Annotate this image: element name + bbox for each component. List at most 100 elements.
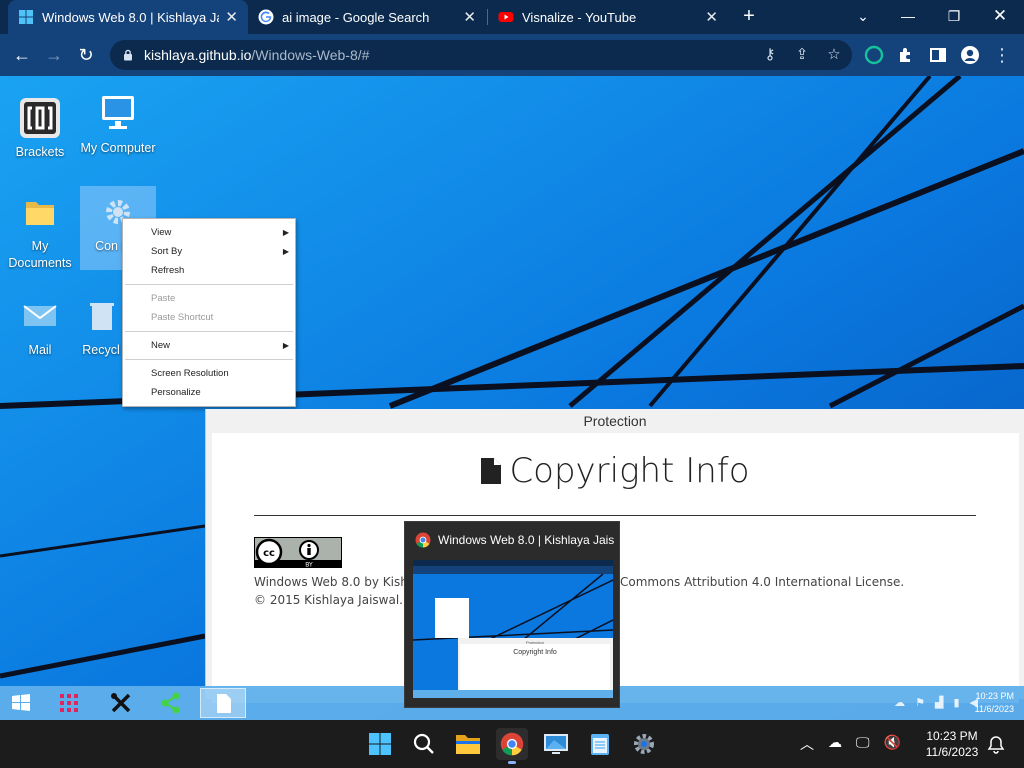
apps-grid-icon[interactable] — [54, 688, 84, 718]
preview-title: Windows Web 8.0 | Kishlaya Jais... — [415, 532, 615, 548]
desktop-icon-brackets[interactable]: Brackets — [2, 96, 78, 161]
menu-item-view[interactable]: View ▶ — [123, 223, 295, 242]
mail-icon — [23, 305, 57, 326]
menu-item-sort-by[interactable]: Sort By ▶ — [123, 242, 295, 261]
key-icon[interactable]: ⚷ — [760, 45, 780, 65]
back-arrow-icon[interactable]: ← — [10, 43, 34, 67]
lock-icon[interactable] — [122, 49, 134, 61]
chevron-right-icon: ▶ — [282, 247, 289, 256]
signal-icon[interactable]: ▟ — [935, 696, 943, 709]
tab-close-button[interactable]: ✕ — [705, 8, 718, 26]
menu-item-new[interactable]: New ▶ — [123, 336, 295, 355]
notepad-button[interactable] — [584, 728, 616, 760]
tab-google-search[interactable]: ai image - Google Search ✕ — [248, 0, 486, 34]
remote-desktop-button[interactable] — [540, 728, 572, 760]
preview-title-text: Windows Web 8.0 | Kishlaya Jais... — [438, 533, 615, 547]
volume-muted-icon[interactable]: 🔇 — [884, 734, 901, 754]
flag-icon[interactable]: ⚑ — [915, 696, 925, 709]
tab-title: Visnalize - YouTube — [522, 9, 637, 25]
menu-item-label: Screen Resolution — [151, 368, 229, 379]
desktop-icon-mail[interactable]: Mail — [2, 294, 78, 359]
divider — [254, 515, 976, 516]
menu-item-paste-shortcut: Paste Shortcut — [123, 308, 295, 327]
menu-item-refresh[interactable]: Refresh — [123, 261, 295, 280]
tab-search-button[interactable]: ⌄ — [843, 4, 883, 28]
taskbar-protection-button[interactable] — [200, 688, 246, 718]
profile-avatar-icon[interactable] — [960, 45, 980, 65]
badge-text: BY — [305, 562, 313, 569]
document-icon — [217, 694, 231, 713]
close-window-button[interactable]: ✕ — [980, 4, 1020, 28]
copyright-heading: Copyright Info — [212, 451, 1019, 491]
desktop-icon-my-documents[interactable]: My Documents — [2, 190, 78, 272]
desktop-icon-my-computer[interactable]: My Computer — [80, 92, 156, 157]
grammarly-icon[interactable] — [864, 45, 884, 65]
license-line-1-left: Windows Web 8.0 by Kishla — [254, 575, 419, 589]
windows-start-icon[interactable] — [6, 688, 36, 718]
os-taskbar: ︿ ☁ 🖵 🔇 10:23 PM 11/6/2023 — [0, 720, 1024, 768]
menu-item-label: View — [151, 227, 172, 238]
chevron-right-icon: ▶ — [282, 228, 289, 237]
chevron-right-icon: ▶ — [282, 341, 289, 350]
search-button[interactable] — [408, 728, 440, 760]
show-hidden-icons-chevron-icon[interactable]: ︿ — [800, 734, 814, 754]
file-explorer-button[interactable] — [452, 728, 484, 760]
address-bar[interactable]: kishlaya.github.io/Windows-Web-8/# — [110, 40, 852, 70]
notepad-icon — [591, 734, 609, 755]
restore-button[interactable]: ❐ — [934, 4, 974, 28]
license-line-1-right: Commons Attribution 4.0 International Li… — [620, 575, 905, 589]
file-explorer-icon — [456, 735, 480, 754]
license-line-2: © 2015 Kishlaya Jaiswal. All — [254, 593, 422, 607]
menu-item-personalize[interactable]: Personalize — [123, 383, 295, 402]
tab-strip: Windows Web 8.0 | Kishlaya Jaisw ✕ ai im… — [0, 0, 1024, 34]
share-icon[interactable] — [156, 688, 186, 718]
menu-item-label: Paste — [151, 293, 176, 304]
window-title[interactable]: Protection — [206, 409, 1024, 433]
google-icon — [258, 9, 274, 25]
forward-arrow-icon[interactable]: → — [42, 43, 66, 67]
creative-commons-badge[interactable]: cc BY — [254, 537, 342, 568]
reload-icon[interactable]: ↻ — [74, 43, 98, 67]
desktop-icon-recycle-bin[interactable]: Recycl — [80, 294, 122, 359]
settings-button[interactable] — [628, 728, 660, 760]
chrome-thumbnail-preview[interactable]: Windows Web 8.0 | Kishlaya Jais... Prote… — [404, 521, 620, 708]
tools-icon[interactable] — [106, 688, 136, 718]
youtube-icon — [498, 12, 514, 22]
cloud-icon[interactable]: ☁ — [894, 696, 905, 709]
minimize-button[interactable]: — — [888, 4, 928, 28]
new-tab-button[interactable]: + — [738, 5, 760, 27]
menu-item-screen-resolution[interactable]: Screen Resolution — [123, 364, 295, 383]
menu-kebab-icon[interactable]: ⋮ — [992, 45, 1012, 65]
preview-thumbnail: Protection Copyright Info — [413, 560, 613, 698]
tab-windows-web[interactable]: Windows Web 8.0 | Kishlaya Jaisw ✕ — [8, 0, 248, 34]
brackets-icon — [20, 98, 60, 138]
cloud-icon[interactable]: ☁ — [828, 734, 842, 754]
desktop-context-menu: View ▶ Sort By ▶ Refresh Paste Paste Short… — [122, 218, 296, 407]
start-button[interactable] — [364, 728, 396, 760]
menu-item-label: Personalize — [151, 387, 201, 398]
menu-separator — [125, 359, 293, 360]
tab-youtube[interactable]: Visnalize - YouTube ✕ — [488, 0, 728, 34]
share-icon[interactable]: ⇪ — [792, 45, 812, 65]
bookmark-star-icon[interactable]: ☆ — [824, 45, 844, 65]
chrome-taskbar-button[interactable] — [496, 728, 528, 764]
web-clock[interactable]: 10:23 PM 11/6/2023 — [954, 690, 1014, 716]
tab-close-button[interactable]: ✕ — [225, 8, 238, 26]
network-icon[interactable]: 🖵 — [856, 734, 870, 754]
menu-item-label: New — [151, 340, 171, 351]
clock-time: 10:23 PM — [926, 729, 978, 743]
menu-separator — [125, 284, 293, 285]
system-clock[interactable]: 10:23 PM 11/6/2023 — [916, 728, 988, 760]
notification-bell-icon[interactable] — [986, 734, 1006, 754]
url-path: /Windows-Web-8/# — [251, 47, 370, 63]
desktop-icon-label: Brackets — [15, 145, 65, 159]
svg-text:cc: cc — [263, 548, 275, 559]
desktop-icon-label: Recycl — [82, 343, 120, 357]
extensions-puzzle-icon[interactable] — [896, 45, 916, 65]
search-icon — [413, 733, 434, 754]
tab-close-button[interactable]: ✕ — [463, 8, 476, 26]
menu-item-label: Paste Shortcut — [151, 312, 214, 323]
chrome-icon — [415, 532, 431, 548]
side-panel-icon[interactable] — [928, 45, 948, 65]
desktop-icon-label: Mail — [28, 343, 52, 357]
